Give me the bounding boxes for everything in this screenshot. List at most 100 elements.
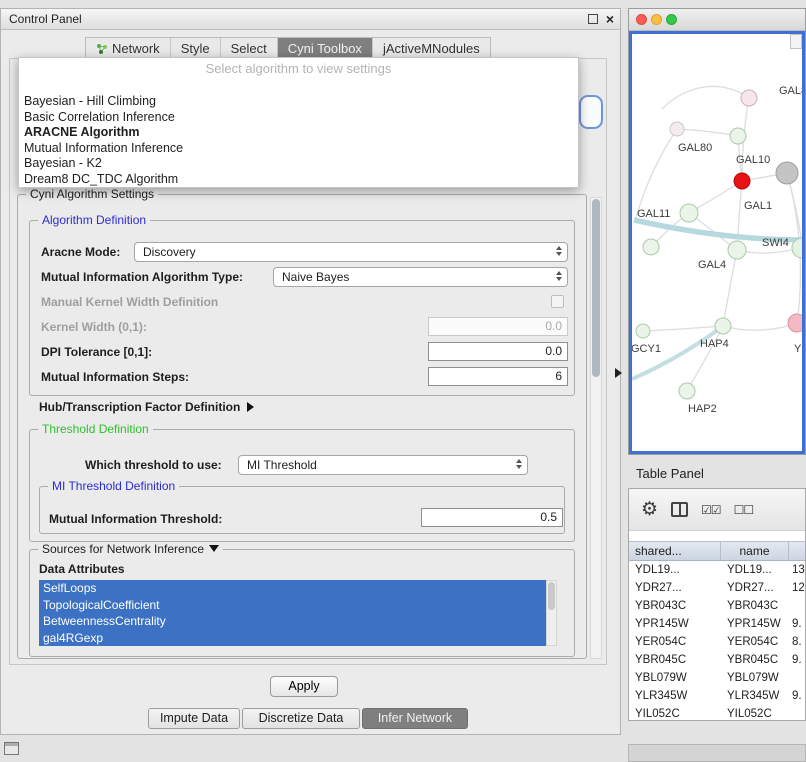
cell-name: YBL079W: [721, 669, 789, 687]
network-node[interactable]: [788, 314, 804, 332]
tab-network[interactable]: Network: [86, 38, 171, 59]
which-threshold-select[interactable]: MI Threshold: [238, 455, 528, 475]
network-node[interactable]: [636, 324, 650, 338]
cell-shared: YPR145W: [629, 615, 721, 633]
minimize-window-icon[interactable]: [651, 14, 662, 25]
network-node[interactable]: [728, 241, 746, 259]
mi-type-value: Naive Bayes: [282, 270, 349, 284]
mi-type-select[interactable]: Naive Bayes: [273, 267, 568, 287]
network-node-selected[interactable]: [734, 173, 750, 189]
tab-jactive-label: jActiveMNodules: [383, 41, 480, 56]
kernel-width-label: Kernel Width (0,1):: [41, 321, 147, 334]
cell-shared: YBR045C: [629, 651, 721, 669]
network-canvas[interactable]: GAL8 GAL80 GAL10 GAL11 GAL1 SWI4 GAL4 GC…: [632, 34, 804, 453]
attribute-item[interactable]: SelfLoops: [39, 580, 546, 597]
network-node[interactable]: [679, 383, 695, 399]
close-panel-icon[interactable]: ×: [606, 10, 614, 28]
tab-impute-data[interactable]: Impute Data: [148, 708, 240, 729]
network-node[interactable]: [715, 318, 731, 334]
data-attributes-label: Data Attributes: [39, 563, 125, 576]
table-row[interactable]: YDR27... YDR27... 12: [629, 579, 805, 597]
network-node[interactable]: [776, 162, 798, 184]
cell-extra: 9.: [789, 651, 805, 669]
apply-button[interactable]: Apply: [270, 676, 338, 697]
column-header-name[interactable]: name: [721, 542, 789, 560]
float-panel-icon[interactable]: [588, 14, 598, 24]
tab-style[interactable]: Style: [171, 38, 221, 59]
sources-group-title[interactable]: Sources for Network Inference: [38, 542, 223, 556]
cell-shared: YIL052C: [629, 705, 721, 720]
select-all-checks-icon[interactable]: ☑☑: [701, 504, 721, 516]
cell-extra: 8.: [789, 633, 805, 651]
control-panel-window: Control Panel × Network Style Select Cyn…: [0, 8, 621, 735]
node-label: GAL4: [698, 259, 726, 271]
dpi-tolerance-field[interactable]: 0.0: [428, 342, 568, 361]
table-row[interactable]: YLR345W YLR345W 9.: [629, 687, 805, 705]
network-node[interactable]: [680, 204, 698, 222]
tab-cyni-toolbox[interactable]: Cyni Toolbox: [278, 38, 373, 59]
collapsed-arrow-icon: [247, 402, 254, 412]
stepper-arrows-icon: [556, 271, 562, 281]
settings-scrollbar[interactable]: [590, 197, 602, 659]
mi-threshold-field[interactable]: 0.5: [421, 508, 563, 527]
horizontal-scrollbar-track[interactable]: [628, 744, 806, 762]
zoom-window-icon[interactable]: [666, 14, 677, 25]
splitter-collapse-arrow[interactable]: [615, 368, 622, 378]
algorithm-option[interactable]: Basic Correlation Inference: [19, 110, 578, 126]
network-window-titlebar[interactable]: [629, 9, 805, 31]
settings-scrollbar-thumb[interactable]: [592, 199, 600, 377]
node-label: GCY1: [632, 343, 661, 355]
control-panel-titlebar: Control Panel ×: [1, 9, 620, 30]
attribute-item[interactable]: BetweennessCentrality: [39, 613, 546, 630]
algorithm-dropdown-popup: Select algorithm to view settings Bayesi…: [18, 57, 579, 188]
table-row[interactable]: YPR145W YPR145W 9.: [629, 615, 805, 633]
mi-threshold-group-title: MI Threshold Definition: [48, 479, 179, 493]
columns-icon[interactable]: [671, 502, 688, 517]
algorithm-placeholder: Select algorithm to view settings: [19, 58, 578, 76]
network-node[interactable]: [643, 239, 659, 255]
mi-steps-field[interactable]: 6: [428, 367, 568, 386]
cell-extra: 13: [789, 561, 805, 579]
table-row[interactable]: YBL079W YBL079W: [629, 669, 805, 687]
network-scrollbar-button[interactable]: [790, 34, 802, 49]
mi-steps-label: Mutual Information Steps:: [41, 371, 189, 384]
table-row[interactable]: YBR045C YBR045C 9.: [629, 651, 805, 669]
column-header-shared[interactable]: shared...: [629, 542, 721, 560]
table-row[interactable]: YBR043C YBR043C: [629, 597, 805, 615]
column-header-extra[interactable]: [789, 542, 805, 560]
expanded-arrow-icon: [209, 545, 219, 552]
table-row[interactable]: YIL052C YIL052C: [629, 705, 805, 720]
tab-style-label: Style: [181, 41, 210, 56]
tab-infer-network[interactable]: Infer Network: [362, 708, 468, 729]
table-row[interactable]: YDL19... YDL19... 13: [629, 561, 805, 579]
deselect-all-checks-icon[interactable]: ☐☐: [734, 504, 754, 516]
algorithm-option[interactable]: Dream8 DC_TDC Algorithm: [19, 172, 578, 188]
cell-shared: YER054C: [629, 633, 721, 651]
manual-kernel-checkbox[interactable]: [551, 295, 564, 308]
aracne-mode-select[interactable]: Discovery: [134, 242, 568, 262]
attributes-scrollbar[interactable]: [546, 580, 557, 646]
attribute-item[interactable]: TopologicalCoefficient: [39, 597, 546, 614]
gear-icon[interactable]: ⚙: [641, 500, 658, 519]
aracne-mode-label: Aracne Mode:: [41, 246, 120, 259]
node-label: HAP4: [700, 338, 729, 350]
docked-panel-icon[interactable]: [4, 742, 19, 755]
network-node[interactable]: [741, 90, 757, 106]
network-node[interactable]: [670, 122, 684, 136]
algorithm-option[interactable]: Bayesian - K2: [19, 156, 578, 172]
algorithm-option-selected[interactable]: ARACNE Algorithm: [19, 125, 578, 141]
node-label: GAL10: [736, 154, 770, 166]
close-window-icon[interactable]: [636, 14, 647, 25]
algorithm-option[interactable]: Mutual Information Inference: [19, 141, 578, 157]
table-row[interactable]: YER054C YER054C 8.: [629, 633, 805, 651]
algorithm-option[interactable]: Bayesian - Hill Climbing: [19, 94, 578, 110]
network-node[interactable]: [730, 128, 746, 144]
data-attributes-list: SelfLoops TopologicalCoefficient Between…: [39, 580, 546, 646]
tab-jactivemodules[interactable]: jActiveMNodules: [373, 38, 490, 59]
node-label: GAL11: [637, 208, 670, 220]
tab-discretize-data[interactable]: Discretize Data: [242, 708, 360, 729]
attribute-item[interactable]: gal4RGexp: [39, 630, 546, 647]
cell-extra: [789, 597, 805, 615]
hub-section-toggle[interactable]: Hub/Transcription Factor Definition: [39, 401, 254, 414]
tab-select[interactable]: Select: [221, 38, 278, 59]
